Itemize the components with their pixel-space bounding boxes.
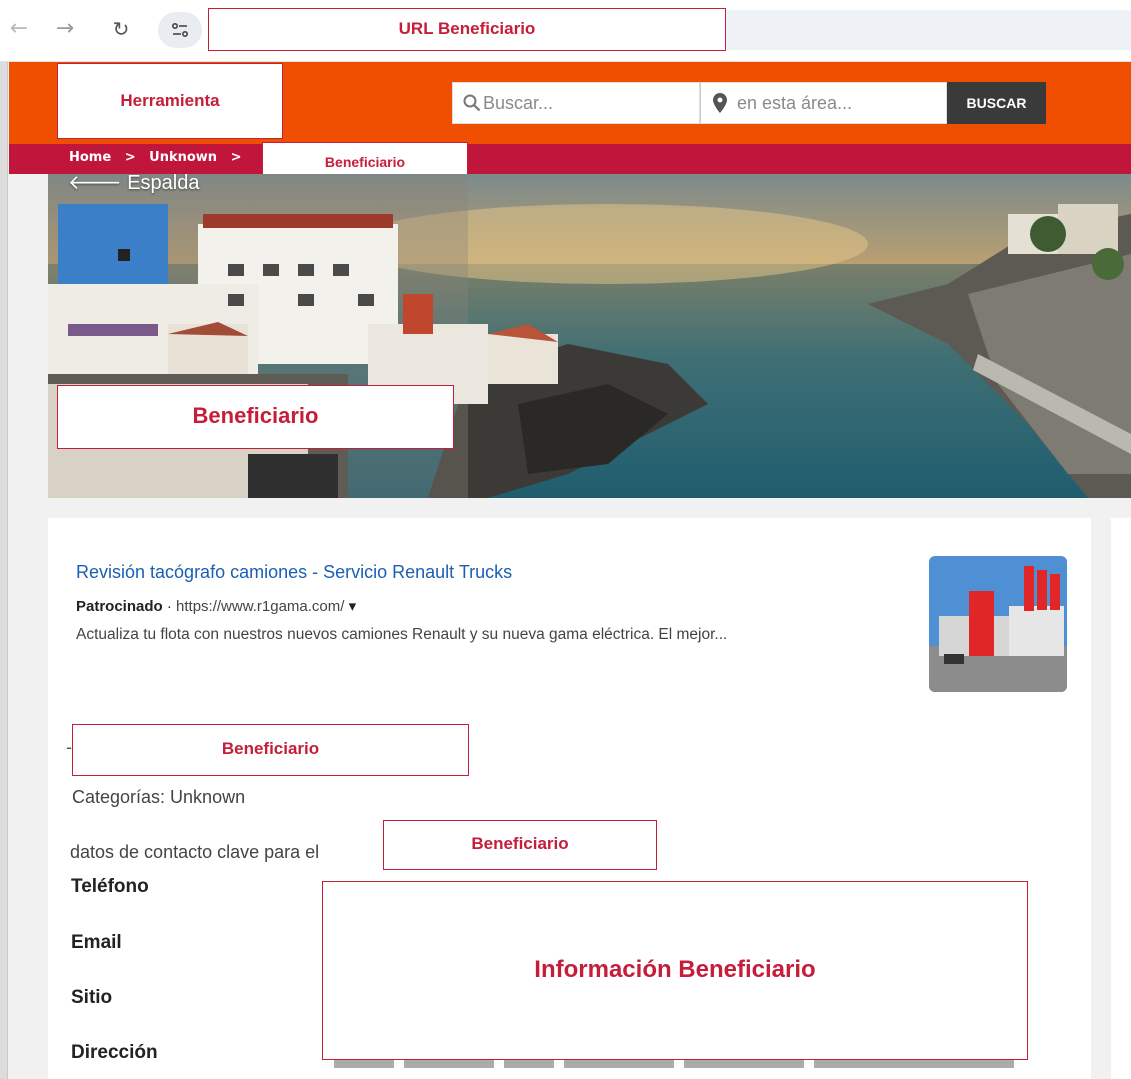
reload-icon[interactable]: ↻	[108, 14, 134, 44]
name-annotation: Beneficiario	[72, 724, 469, 776]
search-button[interactable]: BUSCAR	[947, 82, 1046, 124]
arrow-left-icon: 🡐	[68, 172, 122, 194]
breadcrumb-separator: >	[124, 150, 136, 165]
arrow-right-icon[interactable]: →	[52, 14, 78, 44]
arrow-left-icon[interactable]: ←	[6, 14, 32, 44]
info-annotation: Información Beneficiario	[322, 881, 1028, 1060]
back-link[interactable]: 🡐 Espalda	[68, 170, 199, 195]
categories-text: Categorías: Unknown	[72, 787, 246, 807]
ad-dot: ·	[166, 598, 172, 615]
contact-annotation: Beneficiario	[383, 820, 657, 870]
breadcrumb: Home > Unknown >	[69, 150, 251, 165]
address-label: Dirección	[71, 1042, 158, 1063]
tool-annotation: Herramienta	[57, 63, 283, 139]
email-label: Email	[71, 932, 122, 953]
site-label: Sitio	[71, 987, 113, 1008]
site-settings-icon[interactable]	[158, 12, 202, 48]
search-input[interactable]: Buscar...	[452, 82, 700, 124]
hero-image	[48, 174, 1131, 498]
search-placeholder: Buscar...	[483, 93, 554, 113]
chevron-down-icon[interactable]: ▾	[349, 598, 357, 615]
ad-description: Actualiza tu flota con nuestros nuevos c…	[76, 626, 728, 643]
url-annotation: URL Beneficiario	[208, 8, 726, 51]
location-placeholder: en esta área...	[737, 93, 853, 113]
map-pin-icon	[713, 93, 727, 113]
phone-label: Teléfono	[71, 876, 149, 897]
ad-url[interactable]: https://www.r1gama.com/	[176, 598, 344, 615]
ad-meta: Patrocinado · https://www.r1gama.com/ ▾	[76, 597, 356, 615]
sponsored-label: Patrocinado	[76, 598, 163, 615]
ad-thumbnail[interactable]	[929, 556, 1067, 692]
back-link-label: Espalda	[127, 172, 200, 194]
contact-intro: datos de contacto clave para el	[70, 842, 320, 862]
page-left-border	[0, 62, 8, 1079]
breadcrumb-category[interactable]: Unknown	[149, 150, 217, 165]
location-input[interactable]: en esta área...	[700, 82, 947, 124]
search-icon	[463, 94, 481, 112]
sidebar-card	[1111, 518, 1131, 1079]
breadcrumb-separator: >	[230, 150, 242, 165]
breadcrumb-home[interactable]: Home	[69, 150, 111, 165]
ad-title-link[interactable]: Revisión tacógrafo camiones - Servicio R…	[76, 562, 512, 583]
hero-annotation: Beneficiario	[57, 385, 454, 449]
